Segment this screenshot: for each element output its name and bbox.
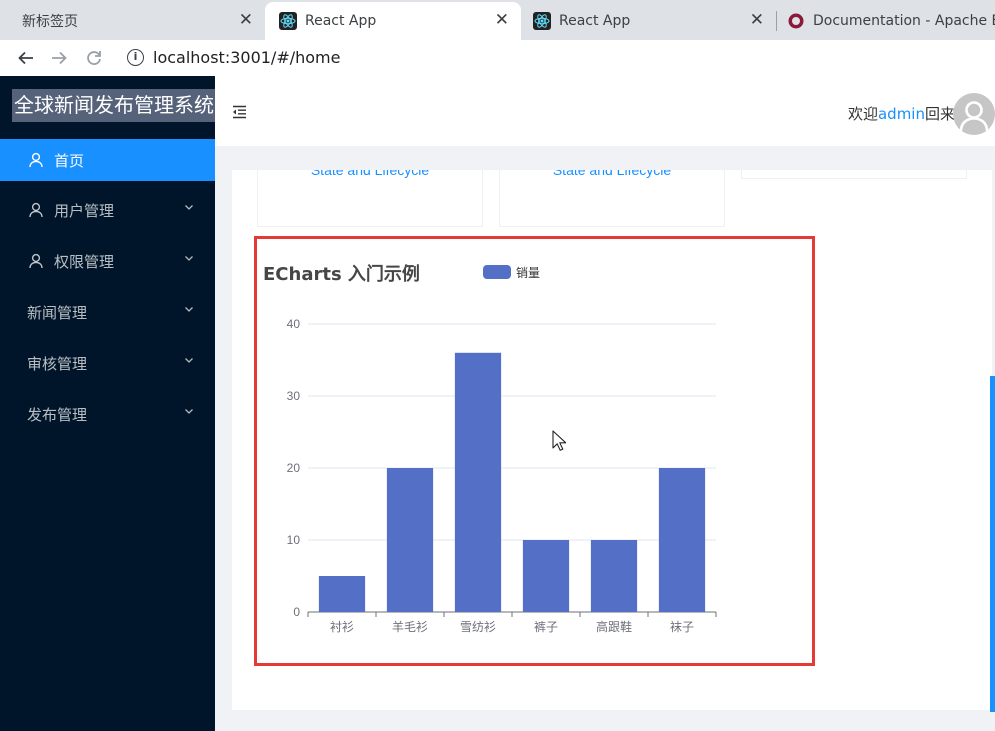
address-bar: i localhost:3001/#/home bbox=[0, 40, 995, 76]
menu-fold-icon[interactable] bbox=[232, 105, 247, 119]
sidebar-item-home[interactable]: 首页 bbox=[0, 139, 215, 181]
sidebar-item-user-management[interactable]: 用户管理 bbox=[0, 189, 215, 231]
user-avatar-icon[interactable] bbox=[953, 93, 995, 135]
chevron-down-icon bbox=[185, 409, 193, 414]
sidebar: 全球新闻发布管理系统 首页 用户管理 权限管理 新闻管理 审核管理 发布管理 bbox=[0, 76, 216, 731]
sidebar-item-label: 权限管理 bbox=[54, 252, 115, 271]
chevron-down-icon bbox=[185, 256, 193, 261]
tab-title: 新标签页 bbox=[22, 14, 78, 30]
browser-tab[interactable]: Documentation - Apache ECh bbox=[777, 2, 995, 40]
sidebar-item-label: 用户管理 bbox=[54, 201, 115, 220]
welcome-suffix: 回来 bbox=[924, 105, 955, 123]
tab-close-icon[interactable]: ✕ bbox=[495, 12, 509, 29]
chevron-down-icon bbox=[185, 307, 193, 312]
info-card bbox=[741, 170, 967, 179]
info-card: State and Lifecycle bbox=[257, 170, 483, 227]
tab-close-icon[interactable]: ✕ bbox=[239, 12, 253, 29]
sidebar-item-audit-management[interactable]: 审核管理 bbox=[0, 342, 215, 384]
username: admin bbox=[877, 105, 925, 123]
sidebar-item-news-management[interactable]: 新闻管理 bbox=[0, 291, 215, 333]
chevron-down-icon bbox=[185, 358, 193, 363]
browser-tab-active[interactable]: React App ✕ bbox=[265, 2, 521, 40]
user-icon bbox=[29, 152, 43, 168]
url-field[interactable]: localhost:3001/#/home bbox=[153, 48, 340, 67]
sidebar-item-label: 发布管理 bbox=[27, 405, 88, 424]
sidebar-item-publish-management[interactable]: 发布管理 bbox=[0, 393, 215, 435]
mouse-cursor-icon bbox=[552, 430, 566, 451]
scrollbar-thumb[interactable] bbox=[990, 376, 995, 712]
tab-title: React App bbox=[305, 13, 377, 29]
highlight-box bbox=[254, 236, 815, 666]
user-icon bbox=[29, 253, 43, 269]
chevron-down-icon bbox=[185, 205, 193, 210]
forward-arrow-icon[interactable] bbox=[48, 47, 70, 69]
welcome-text: 欢迎admin回来 bbox=[848, 103, 955, 124]
echarts-icon bbox=[788, 13, 804, 29]
card-link[interactable]: State and Lifecycle bbox=[500, 170, 724, 178]
site-info-icon[interactable]: i bbox=[127, 49, 144, 66]
sidebar-item-label: 审核管理 bbox=[27, 354, 88, 373]
tab-title: React App bbox=[559, 13, 631, 29]
sidebar-item-label: 新闻管理 bbox=[27, 303, 88, 322]
browser-tab[interactable]: React App ✕ bbox=[521, 2, 776, 40]
back-arrow-icon[interactable] bbox=[15, 47, 37, 69]
browser-tab[interactable]: 新标签页 ✕ bbox=[0, 2, 265, 40]
reload-icon[interactable] bbox=[83, 47, 105, 69]
sidebar-item-label: 首页 bbox=[54, 151, 85, 170]
tab-title: Documentation - Apache ECh bbox=[813, 13, 995, 29]
browser-tab-strip: 新标签页 ✕ React App ✕ React App ✕ Documenta… bbox=[0, 0, 995, 40]
sidebar-item-permission-management[interactable]: 权限管理 bbox=[0, 240, 215, 282]
react-icon bbox=[533, 12, 551, 30]
app-title: 全球新闻发布管理系统 bbox=[12, 89, 216, 122]
react-icon bbox=[279, 12, 297, 30]
tab-close-icon[interactable]: ✕ bbox=[750, 12, 764, 29]
top-header: 欢迎admin回来 bbox=[215, 76, 995, 146]
info-card: State and Lifecycle bbox=[499, 170, 725, 227]
card-link[interactable]: State and Lifecycle bbox=[258, 170, 482, 178]
welcome-prefix: 欢迎 bbox=[847, 105, 878, 123]
user-icon bbox=[29, 202, 43, 218]
